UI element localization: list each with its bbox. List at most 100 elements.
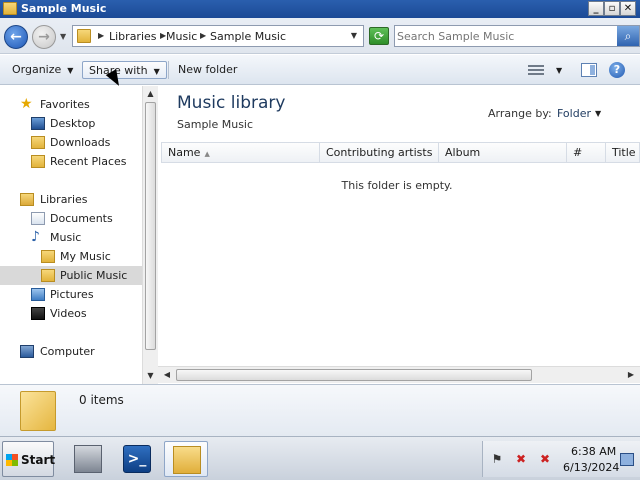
- show-desktop-icon[interactable]: [620, 453, 634, 466]
- downloads-icon: [31, 136, 45, 149]
- details-pane: 0 items: [0, 384, 640, 436]
- breadcrumb-music[interactable]: Music: [166, 30, 197, 43]
- folder-icon: [41, 269, 55, 282]
- chevron-right-icon[interactable]: ▶: [200, 31, 206, 40]
- taskbar-windows-explorer[interactable]: [164, 441, 208, 477]
- folder-icon: [77, 29, 91, 43]
- scroll-down-icon[interactable]: ▼: [144, 369, 157, 383]
- chevron-down-icon[interactable]: ▼: [595, 109, 601, 118]
- forward-arrow-icon: →: [38, 29, 50, 45]
- clock-time[interactable]: 6:38 AM: [571, 445, 616, 458]
- search-input[interactable]: [397, 28, 615, 44]
- library-subtitle: Sample Music: [177, 118, 254, 131]
- close-button[interactable]: ✕: [620, 1, 636, 16]
- nav-item-label: Public Music: [60, 269, 128, 282]
- nav-item-videos[interactable]: Videos: [0, 304, 142, 323]
- arrange-by-dropdown[interactable]: Folder: [557, 107, 591, 120]
- chevron-right-icon[interactable]: ▶: [98, 31, 104, 40]
- server-manager-icon: [74, 445, 102, 473]
- column-header-album[interactable]: Album: [439, 142, 567, 163]
- breadcrumb-libraries[interactable]: Libraries: [109, 30, 157, 43]
- refresh-button[interactable]: ⟳: [369, 27, 389, 45]
- scroll-right-icon[interactable]: ▶: [624, 368, 638, 382]
- nav-item-libraries[interactable]: Libraries: [0, 190, 142, 209]
- nav-item-desktop[interactable]: Desktop: [0, 114, 142, 133]
- videos-icon: [31, 307, 45, 320]
- start-button[interactable]: Start: [2, 441, 56, 477]
- nav-item-label: Computer: [40, 345, 95, 358]
- nav-item-my-music[interactable]: My Music: [0, 247, 142, 266]
- folder-icon: [20, 391, 56, 431]
- horizontal-scrollbar[interactable]: ◀ ▶: [158, 366, 640, 383]
- help-icon[interactable]: ?: [609, 62, 625, 78]
- recent-places-icon: [31, 155, 45, 168]
- nav-item-recent-places[interactable]: Recent Places: [0, 152, 142, 171]
- navigation-bar: ← → ▼ ▶ Libraries ▶ Music ▶ Sample Music…: [0, 18, 640, 54]
- music-note-icon: ♪: [31, 229, 40, 245]
- nav-item-downloads[interactable]: Downloads: [0, 133, 142, 152]
- documents-icon: [31, 212, 45, 225]
- change-view-icon[interactable]: [528, 63, 544, 77]
- nav-item-pictures[interactable]: Pictures: [0, 285, 142, 304]
- navigation-pane: ★ Favorites Desktop Downloads Recent Pla…: [0, 86, 142, 384]
- windows-logo-icon: [6, 454, 18, 466]
- scroll-left-icon[interactable]: ◀: [160, 368, 174, 382]
- folder-icon: [3, 2, 17, 15]
- clock-date[interactable]: 6/13/2024: [563, 461, 619, 474]
- minimize-button[interactable]: _: [588, 1, 604, 16]
- nav-item-public-music[interactable]: Public Music: [0, 266, 142, 285]
- recent-pages-dropdown[interactable]: ▼: [60, 32, 66, 41]
- maximize-button[interactable]: ▫: [604, 1, 620, 16]
- taskbar-powershell[interactable]: >_: [115, 441, 159, 477]
- organize-button[interactable]: Organize ▼: [6, 61, 79, 79]
- share-with-button[interactable]: Share with ▼: [82, 61, 167, 79]
- computer-icon: [20, 345, 34, 358]
- volume-icon[interactable]: ✖: [538, 453, 552, 466]
- file-list-pane: Music library Sample Music Arrange by: F…: [158, 86, 640, 384]
- sort-ascending-icon: ▲: [204, 150, 210, 158]
- windows-explorer-icon: [173, 446, 201, 474]
- nav-item-label: Libraries: [40, 193, 88, 206]
- column-header-label: Name: [168, 146, 201, 159]
- nav-item-label: Recent Places: [50, 155, 127, 168]
- divider: [168, 61, 169, 79]
- forward-button[interactable]: →: [32, 25, 56, 49]
- back-button[interactable]: ←: [4, 25, 28, 49]
- network-icon[interactable]: ✖: [514, 453, 528, 466]
- preview-pane-icon[interactable]: [581, 63, 597, 77]
- column-header-contributing-artists[interactable]: Contributing artists: [320, 142, 439, 163]
- nav-item-label: My Music: [60, 250, 111, 263]
- new-folder-button[interactable]: New folder: [172, 61, 243, 79]
- arrange-by-label: Arrange by:: [488, 107, 552, 120]
- search-icon[interactable]: ⌕: [617, 26, 639, 46]
- address-bar[interactable]: ▶ Libraries ▶ Music ▶ Sample Music ▼: [72, 25, 364, 47]
- chevron-down-icon: ▼: [153, 67, 160, 76]
- search-box[interactable]: ⌕: [394, 25, 640, 47]
- column-header-title[interactable]: Title: [606, 142, 640, 163]
- nav-item-label: Videos: [50, 307, 87, 320]
- command-bar: Organize ▼ Share with ▼ New folder ▼ ?: [0, 55, 640, 85]
- breadcrumb-sample-music[interactable]: Sample Music: [210, 30, 286, 43]
- nav-pane-scrollbar[interactable]: ▲ ▼: [142, 86, 158, 384]
- nav-item-favorites[interactable]: ★ Favorites: [0, 95, 142, 114]
- view-options-dropdown[interactable]: ▼: [556, 66, 562, 75]
- item-count: 0 items: [79, 393, 124, 407]
- notification-area: ⚑ ✖ ✖ 6:38 AM 6/13/2024: [482, 441, 640, 477]
- chevron-down-icon: ▼: [67, 66, 74, 75]
- nav-item-label: Downloads: [50, 136, 111, 149]
- scrollbar-thumb[interactable]: [176, 369, 532, 381]
- nav-item-computer[interactable]: Computer: [0, 342, 142, 361]
- column-header-name[interactable]: Name ▲: [161, 142, 320, 163]
- start-label: Start: [21, 453, 56, 467]
- address-dropdown-icon[interactable]: ▼: [351, 31, 357, 40]
- nav-item-documents[interactable]: Documents: [0, 209, 142, 228]
- column-header-track-number[interactable]: #: [567, 142, 606, 163]
- scrollbar-thumb[interactable]: [145, 102, 156, 350]
- nav-item-music[interactable]: ♪ Music: [0, 228, 142, 247]
- taskbar-server-manager[interactable]: [66, 441, 110, 477]
- star-icon: ★: [20, 96, 33, 112]
- nav-item-label: Desktop: [50, 117, 96, 130]
- action-center-flag-icon[interactable]: ⚑: [490, 453, 504, 466]
- desktop-icon: [31, 117, 45, 130]
- scroll-up-icon[interactable]: ▲: [144, 87, 157, 101]
